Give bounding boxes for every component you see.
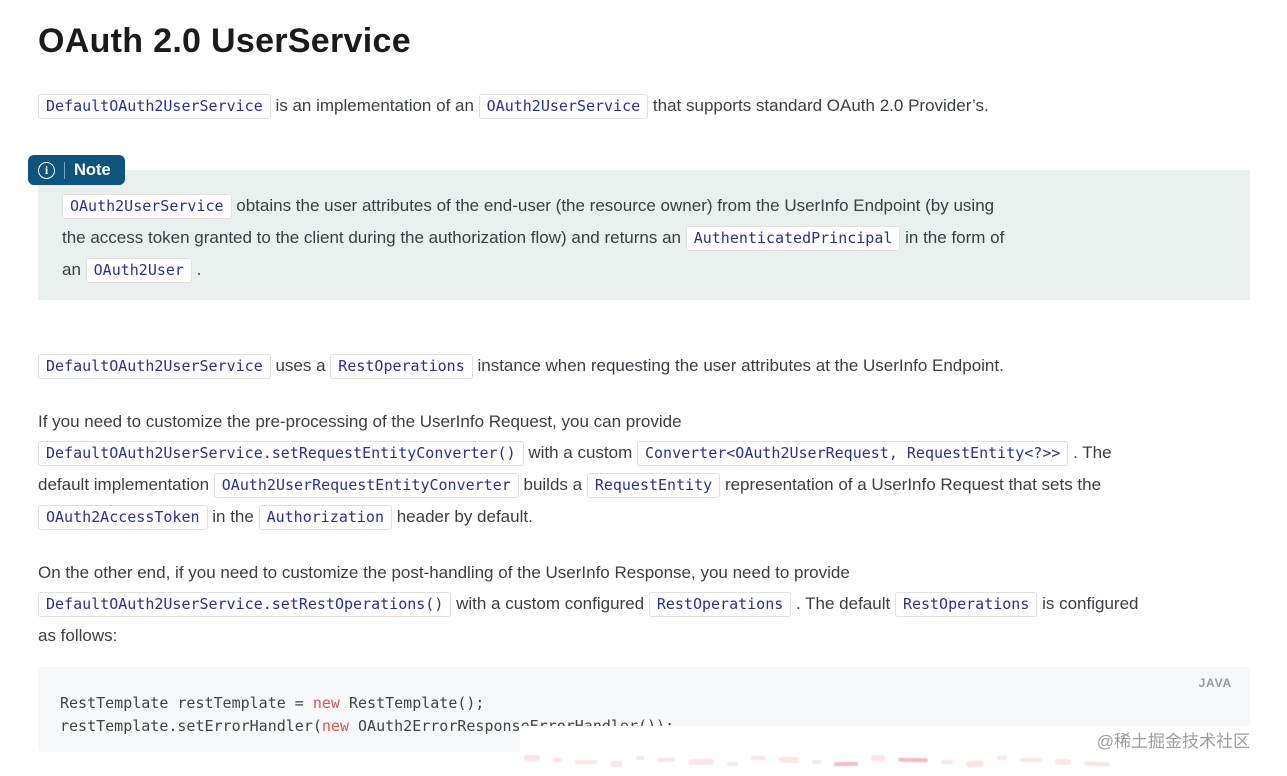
paragraph-post-handling: On the other end, if you need to customi… — [38, 557, 1250, 651]
inline-code: AuthenticatedPrincipal — [686, 226, 901, 251]
badge-divider — [64, 162, 65, 179]
code-keyword: new — [313, 694, 340, 712]
code-language-label: JAVA — [1199, 676, 1232, 690]
watermark-scribbles — [520, 754, 1250, 768]
inline-code: RequestEntity — [587, 473, 720, 498]
code-keyword: new — [322, 717, 349, 735]
inline-code: Converter<OAuth2UserRequest, RequestEnti… — [637, 441, 1068, 466]
paragraph-rest-operations: DefaultOAuth2UserService uses a RestOper… — [38, 350, 1250, 382]
note-body: OAuth2UserService obtains the user attri… — [62, 190, 1226, 286]
inline-code: RestOperations — [895, 592, 1037, 617]
watermark-text: @稀土掘金技术社区 — [1097, 732, 1250, 752]
inline-code: DefaultOAuth2UserService — [38, 354, 271, 379]
intro-paragraph: DefaultOAuth2UserService is an implement… — [38, 90, 1250, 122]
inline-code: OAuth2UserService — [479, 94, 649, 119]
inline-code: Authorization — [259, 505, 392, 530]
note-badge-label: Note — [74, 161, 111, 180]
info-icon: i — [38, 162, 55, 179]
page-title: OAuth 2.0 UserService — [38, 21, 1250, 61]
inline-code: RestOperations — [649, 592, 791, 617]
inline-code: DefaultOAuth2UserService.setRestOperatio… — [38, 592, 451, 617]
watermark-overlay: @稀土掘金技术社区 — [520, 726, 1250, 776]
note-callout: i Note OAuth2UserService obtains the use… — [38, 170, 1250, 300]
doc-page: OAuth 2.0 UserService DefaultOAuth2UserS… — [0, 21, 1287, 752]
inline-code: OAuth2AccessToken — [38, 505, 208, 530]
inline-code: DefaultOAuth2UserService — [38, 94, 271, 119]
code-line: RestTemplate restTemplate = new RestTemp… — [60, 692, 1230, 715]
note-badge: i Note — [28, 155, 125, 185]
inline-code: OAuth2User — [86, 258, 192, 283]
inline-code: RestOperations — [330, 354, 472, 379]
inline-code: OAuth2UserRequestEntityConverter — [214, 473, 519, 498]
inline-code: DefaultOAuth2UserService.setRequestEntit… — [38, 441, 524, 466]
paragraph-pre-processing: If you need to customize the pre-process… — [38, 406, 1250, 533]
inline-code: OAuth2UserService — [62, 194, 232, 219]
